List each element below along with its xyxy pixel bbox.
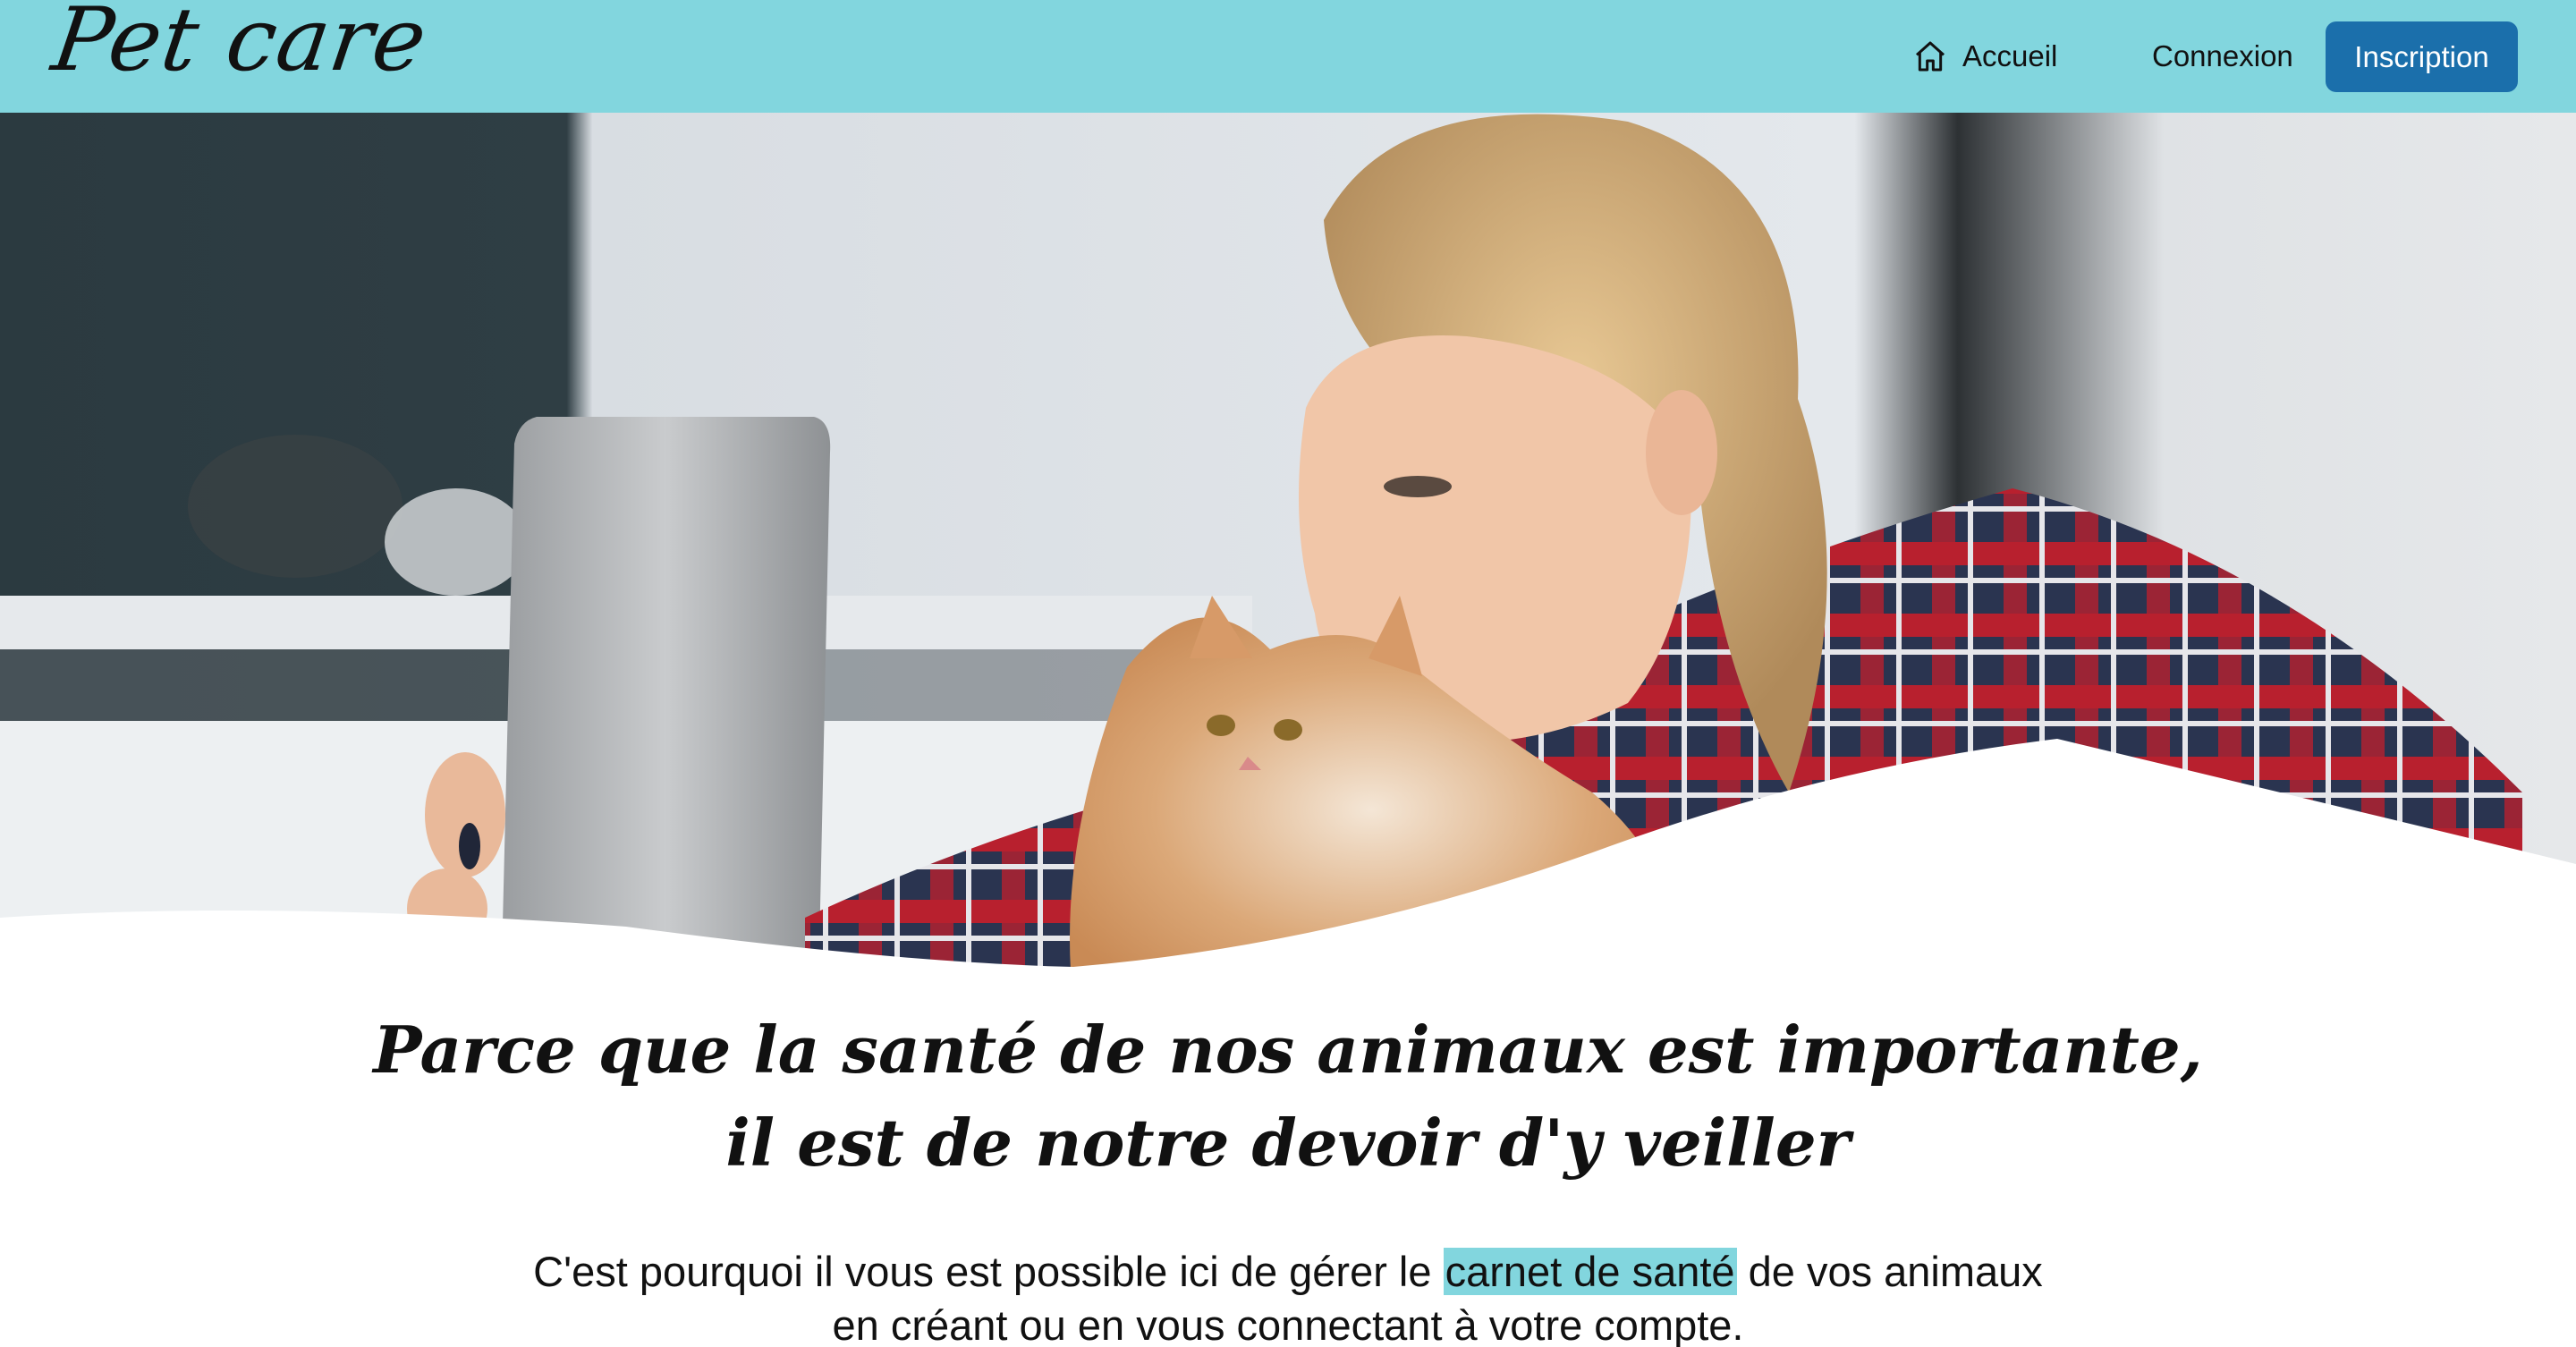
nav-home-link[interactable]: Accueil <box>1912 21 2057 91</box>
hero-image <box>0 113 2576 1002</box>
lead-text-before: C'est pourquoi il vous est possible ici … <box>533 1248 1444 1295</box>
brand-logo[interactable]: Pet care <box>47 0 433 91</box>
lead-line-2: en créant ou en vous connectant à votre … <box>832 1301 1744 1347</box>
tagline-line-1: Parce que la santé de nos animaux est im… <box>373 1012 2203 1088</box>
tagline: Parce que la santé de nos animaux est im… <box>0 1004 2576 1190</box>
woman-kissing-cat-photo <box>0 113 2576 1002</box>
nav-home-label: Accueil <box>1962 39 2058 72</box>
lead-text-after: de vos animaux <box>1736 1248 2043 1295</box>
lead-line-1: C'est pourquoi il vous est possible ici … <box>0 1245 2576 1299</box>
nav-login-link[interactable]: Connexion <box>2152 21 2293 91</box>
highlight-carnet: carnet de santé <box>1443 1248 1737 1295</box>
signup-button[interactable]: Inscription <box>2326 21 2518 92</box>
navbar: Pet care Accueil Connexion Inscription <box>0 0 2576 113</box>
tagline-line-2: il est de notre devoir d'y veiller <box>725 1105 1851 1181</box>
lead-paragraph: C'est pourquoi il vous est possible ici … <box>0 1245 2576 1347</box>
home-icon <box>1912 38 1948 74</box>
